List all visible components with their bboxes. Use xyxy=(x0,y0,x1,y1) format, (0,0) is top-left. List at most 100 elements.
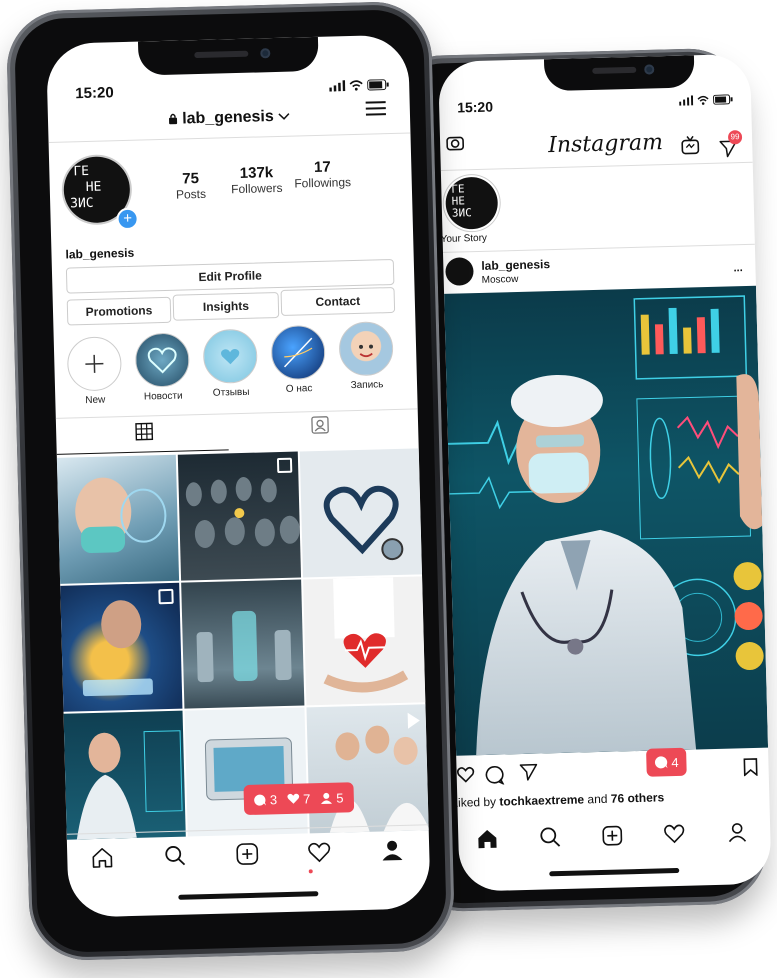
avatar-letters-2: НЕ xyxy=(85,179,102,196)
grid-photo[interactable] xyxy=(181,579,305,709)
liked-others[interactable]: 76 others xyxy=(611,790,665,805)
grid-photo[interactable] xyxy=(306,704,429,834)
stat-followers[interactable]: 137k Followers xyxy=(221,164,292,197)
direct-badge: 99 xyxy=(727,130,743,145)
comment-icon[interactable] xyxy=(484,765,505,786)
stories-divider xyxy=(442,243,755,253)
followers-label: Followers xyxy=(230,180,283,197)
grid-photo[interactable] xyxy=(302,576,426,706)
battery-icon xyxy=(713,94,733,105)
highlight-news[interactable]: Новости xyxy=(134,332,192,403)
multiple-photos-icon xyxy=(276,457,292,474)
insights-button[interactable]: Insights xyxy=(172,291,280,321)
like-icon[interactable] xyxy=(456,765,475,783)
likes-count: 7 xyxy=(302,790,311,807)
video-play-icon xyxy=(407,712,421,729)
igtv-icon[interactable] xyxy=(680,135,701,156)
speaker xyxy=(194,50,249,59)
highlight-about[interactable]: О нас xyxy=(269,324,327,395)
search-icon[interactable] xyxy=(163,844,190,871)
front-camera xyxy=(260,48,271,59)
header-divider xyxy=(440,161,753,171)
status-icons xyxy=(329,79,389,92)
photo-grid xyxy=(56,448,429,840)
chevron-down-icon xyxy=(278,113,290,120)
profile-username-header[interactable]: lab_genesis xyxy=(48,104,410,131)
stat-posts[interactable]: 75 Posts xyxy=(155,169,226,202)
follows-notification: 5 xyxy=(320,790,344,806)
highlight-new-ring xyxy=(66,336,123,392)
photo-art xyxy=(323,485,403,561)
feed-bottom-nav xyxy=(458,814,771,862)
share-icon[interactable] xyxy=(518,762,539,783)
followers-count: 137k xyxy=(239,164,274,182)
grid-photo[interactable] xyxy=(56,454,180,584)
post-avatar[interactable] xyxy=(445,257,474,286)
grid-photo[interactable] xyxy=(60,582,183,712)
bookmark-icon[interactable] xyxy=(742,758,758,777)
tagged-icon[interactable] xyxy=(310,415,331,436)
wifi-icon xyxy=(697,95,709,105)
liked-by-text: Liked by tochkaextreme and 76 others xyxy=(451,790,664,810)
profile-icon[interactable] xyxy=(726,821,753,848)
grid-photo[interactable] xyxy=(63,710,187,840)
liked-user[interactable]: tochkaextreme xyxy=(499,792,584,808)
highlight-reviews[interactable]: Отзывы xyxy=(202,328,260,399)
post-more-button[interactable]: ... xyxy=(733,262,742,274)
comment-notification: 4 xyxy=(646,747,688,777)
avatar-letters: ГЕ НЕ ЗИС xyxy=(451,182,473,220)
bio-name: lab_genesis xyxy=(65,245,135,262)
your-story-avatar[interactable]: ГЕ НЕ ЗИС xyxy=(445,176,499,230)
front-camera xyxy=(644,64,655,75)
likes-notification: 7 xyxy=(287,791,311,807)
promotions-button[interactable]: Promotions xyxy=(66,296,172,326)
person-icon xyxy=(321,792,333,804)
signal-icon xyxy=(679,95,694,106)
highlight-appointment-ring xyxy=(338,321,394,377)
highlight-about-ring xyxy=(270,324,326,381)
post-username[interactable]: lab_genesis xyxy=(481,257,550,273)
new-post-icon[interactable] xyxy=(235,842,262,869)
new-post-icon[interactable] xyxy=(601,824,628,851)
camera-icon[interactable] xyxy=(446,133,465,151)
add-story-plus-icon[interactable]: + xyxy=(116,207,139,231)
home-indicator xyxy=(178,891,319,900)
profile-icon[interactable] xyxy=(380,838,407,865)
tabs-top-divider xyxy=(55,408,418,419)
grid-photo[interactable] xyxy=(299,448,423,578)
search-icon[interactable] xyxy=(539,826,566,853)
home-indicator xyxy=(549,867,680,877)
highlight-new[interactable]: New xyxy=(66,336,124,406)
wifi-icon xyxy=(349,80,363,91)
lock-icon xyxy=(168,113,177,125)
speaker xyxy=(592,66,637,74)
profile-bottom-nav xyxy=(67,830,430,879)
menu-icon[interactable] xyxy=(365,97,387,120)
stat-followings[interactable]: 17 Followings xyxy=(287,158,358,191)
home-icon[interactable] xyxy=(90,845,117,872)
post-image[interactable] xyxy=(444,285,769,756)
contact-button[interactable]: Contact xyxy=(280,286,396,316)
dna-icon xyxy=(283,337,313,368)
post-location[interactable]: Moscow xyxy=(482,274,519,286)
posts-count: 75 xyxy=(182,170,200,188)
highlight-news-ring xyxy=(134,332,191,388)
highlight-reviews-ring xyxy=(202,328,258,384)
highlight-label: О нас xyxy=(285,383,313,395)
home-icon[interactable] xyxy=(476,828,503,855)
grid-photo[interactable] xyxy=(184,707,308,837)
comment-bubble-icon xyxy=(254,794,266,806)
grid-photo[interactable] xyxy=(178,451,301,581)
highlight-label: Запись xyxy=(350,379,384,392)
posts-label: Posts xyxy=(175,186,207,202)
activity-icon[interactable] xyxy=(663,823,690,850)
activity-notification-pill: 3 7 5 xyxy=(243,782,354,816)
highlight-appointment[interactable]: Запись xyxy=(337,321,395,391)
status-icons xyxy=(679,94,733,106)
heart-icon xyxy=(287,793,300,804)
photo-art xyxy=(205,737,294,801)
profile-username: lab_genesis xyxy=(181,108,274,128)
grid-view-icon[interactable] xyxy=(134,421,155,442)
activity-icon[interactable] xyxy=(307,840,334,867)
comment-bubble-icon xyxy=(654,756,668,769)
